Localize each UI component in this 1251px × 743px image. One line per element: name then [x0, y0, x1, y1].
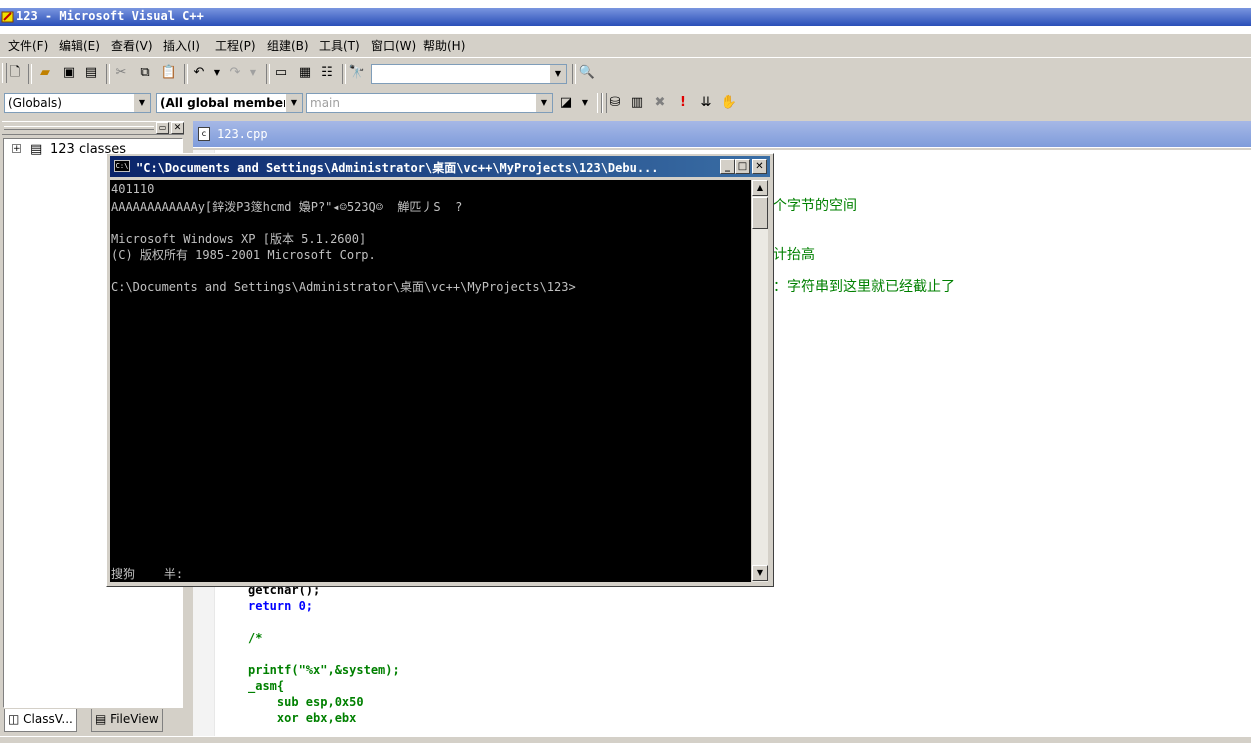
scroll-thumb[interactable] [752, 197, 768, 229]
code-line: _asm{ [248, 679, 285, 693]
stop-build-icon[interactable]: ✖ [651, 94, 669, 112]
output-icon[interactable]: ▦ [296, 64, 314, 82]
expand-icon[interactable]: + [12, 144, 21, 154]
menu-tools[interactable]: 工具(T) [319, 37, 360, 54]
breakpoint-hand-icon[interactable]: ✋ [720, 94, 738, 112]
function-combo[interactable]: main ▼ [306, 93, 553, 113]
menu-edit[interactable]: 编辑(E) [59, 37, 100, 54]
tab-classview[interactable]: ◫ ClassV... [4, 709, 77, 732]
toolbar-separator [572, 64, 576, 84]
app-icon [1, 11, 14, 23]
chevron-down-icon[interactable]: ▼ [549, 65, 566, 83]
wizard-dropdown-icon[interactable]: ▼ [576, 94, 594, 112]
execute-icon[interactable]: ! [674, 94, 692, 112]
cut-icon[interactable]: ✂ [112, 64, 130, 82]
console-title-bar[interactable]: C:\ "C:\Documents and Settings\Administr… [110, 156, 770, 177]
editor-file-name: 123.cpp [217, 127, 268, 141]
close-button[interactable]: ✕ [752, 159, 767, 174]
build-icon[interactable]: ▥ [628, 94, 646, 112]
find-icon[interactable]: 🔍 [578, 64, 596, 82]
toolbar-separator [106, 64, 110, 84]
console-line: 401110 [111, 182, 155, 196]
code-line: /* [248, 631, 263, 645]
toolbar-separator [184, 64, 188, 84]
menu-help[interactable]: 帮助(H) [423, 37, 465, 54]
tab-fileview[interactable]: ▤ FileView [91, 709, 163, 732]
minimize-button[interactable]: _ [720, 159, 735, 174]
workspace-close-icon[interactable]: ✕ [171, 122, 184, 134]
menu-window[interactable]: 窗口(W) [371, 37, 416, 54]
console-scrollbar[interactable]: ▲ ▼ [751, 180, 768, 582]
chevron-down-icon[interactable]: ▼ [285, 94, 302, 112]
new-file-icon[interactable]: 🗋 [6, 64, 24, 82]
undo-icon[interactable]: ↶ [190, 64, 208, 82]
cpp-file-icon: c [198, 127, 210, 141]
tab-classview-label: ClassV... [23, 712, 73, 726]
console-title: "C:\Documents and Settings\Administrator… [136, 161, 659, 175]
code-comment: ：字符串到这里就已经截止了 [773, 279, 955, 295]
workspace-icon[interactable]: ▭ [272, 64, 290, 82]
menu-insert[interactable]: 插入(I) [163, 37, 200, 54]
status-bar [0, 736, 1251, 743]
console-line: C:\Documents and Settings\Administrator\… [111, 280, 576, 294]
classview-icon: ◫ [8, 712, 20, 726]
console-line: (C) 版权所有 1985-2001 Microsoft Corp. [111, 248, 376, 262]
toolbar-separator [266, 64, 270, 84]
tab-fileview-label: FileView [110, 712, 159, 726]
console-line: AAAAAAAAAAAAy[鋅泼P3篴hcmd 嬝P?"◂☺523Q☺ 觯匹丿S… [111, 200, 463, 214]
toolbar-separator [342, 64, 346, 84]
globals-combo-value: (Globals) [8, 96, 62, 110]
toolbar-separator [28, 64, 32, 84]
find-combo[interactable]: ▼ [371, 64, 567, 84]
menu-view[interactable]: 查看(V) [111, 37, 153, 54]
code-line: xor ebx,ebx [248, 711, 357, 725]
compile-icon[interactable]: ⛁ [606, 94, 624, 112]
save-all-icon[interactable]: ▤ [82, 64, 100, 82]
console-line: Microsoft Windows XP [版本 5.1.2600] [111, 232, 367, 246]
save-icon[interactable]: ▣ [60, 64, 78, 82]
scroll-up-icon[interactable]: ▲ [752, 180, 768, 196]
menu-project[interactable]: 工程(P) [215, 37, 256, 54]
copy-icon[interactable]: ⧉ [136, 64, 154, 82]
redo-dropdown-icon[interactable]: ▼ [244, 64, 262, 82]
workspace-header: ▭ ✕ [2, 121, 184, 135]
chevron-down-icon[interactable]: ▼ [535, 94, 552, 112]
menu-build[interactable]: 组建(B) [267, 37, 309, 54]
find-in-files-icon[interactable]: 🔭 [348, 64, 366, 82]
code-comment: 计抬高 [773, 247, 815, 263]
wizard-toolbar: (Globals) ▼ (All global member ▼ main ▼ ◪ ▼… [0, 89, 1251, 117]
window-list-icon[interactable]: ☷ [318, 64, 336, 82]
scroll-down-icon[interactable]: ▼ [752, 565, 768, 581]
standard-toolbar: 🗋 ▰ ▣ ▤ ✂ ⧉ 📋 ↶ ▼ ↷ ▼ ▭ ▦ ☷ 🔭 ▼ 🔍 [0, 57, 1251, 89]
code-line: sub esp,0x50 [248, 695, 364, 709]
wizard-action-icon[interactable]: ◪ [557, 94, 575, 112]
go-icon[interactable]: ⇊ [697, 94, 715, 112]
open-folder-icon[interactable]: ▰ [36, 64, 54, 82]
code-comment: 个字节的空间 [773, 198, 857, 214]
chevron-down-icon[interactable]: ▼ [133, 94, 150, 112]
globals-combo[interactable]: (Globals) ▼ [4, 93, 151, 113]
members-combo[interactable]: (All global member ▼ [156, 93, 303, 113]
members-combo-value: (All global member [160, 96, 289, 110]
code-line: printf("%x",&system); [248, 663, 400, 677]
menu-bar: 文件(F) 编辑(E) 查看(V) 插入(I) 工程(P) 组建(B) 工具(T… [0, 34, 1251, 56]
ime-status: 搜狗 半: [111, 567, 184, 581]
console-icon: C:\ [114, 160, 130, 172]
workspace-restore-icon[interactable]: ▭ [156, 122, 169, 134]
redo-icon[interactable]: ↷ [226, 64, 244, 82]
window-title: 123 - Microsoft Visual C++ [16, 9, 204, 23]
function-combo-value: main [310, 96, 340, 110]
undo-dropdown-icon[interactable]: ▼ [208, 64, 226, 82]
maximize-button[interactable]: □ [735, 159, 750, 174]
menu-file[interactable]: 文件(F) [8, 37, 48, 54]
classes-icon: ▤ [30, 142, 43, 157]
paste-icon[interactable]: 📋 [160, 64, 178, 82]
code-line: return 0; [248, 599, 314, 613]
editor-title-bar: c 123.cpp [193, 121, 1251, 148]
fileview-icon: ▤ [95, 712, 107, 726]
title-bar: 123 - Microsoft Visual C++ [0, 0, 1251, 34]
